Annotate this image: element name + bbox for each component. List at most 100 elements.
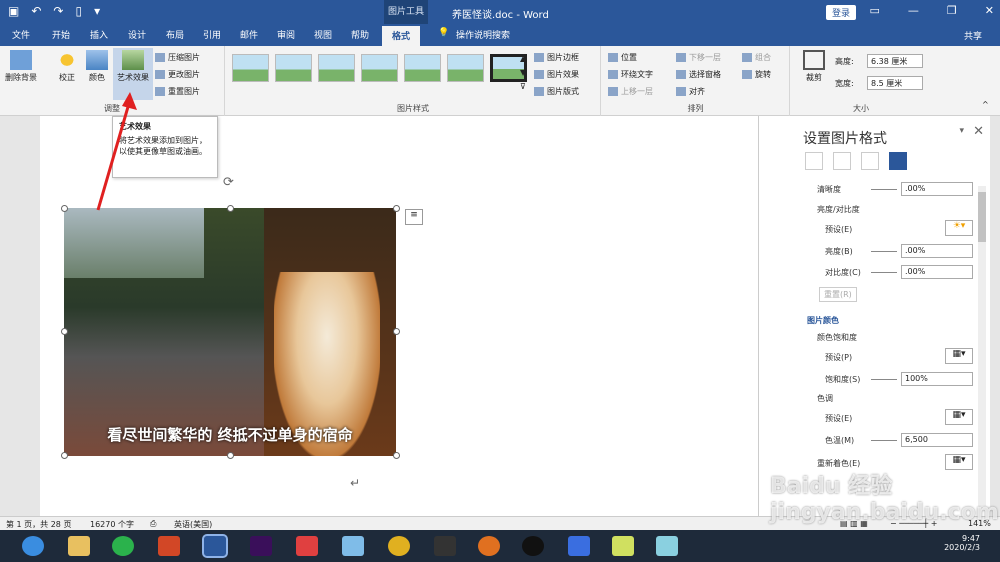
app-icon[interactable] — [656, 536, 678, 556]
new-doc-icon[interactable]: ▯ — [75, 4, 82, 18]
tab-layout[interactable]: 布局 — [166, 28, 184, 41]
file-explorer-icon[interactable] — [68, 536, 90, 556]
resize-handle[interactable] — [393, 205, 400, 212]
temperature-slider[interactable] — [871, 440, 897, 441]
change-picture-button[interactable]: 更改图片 — [155, 69, 200, 80]
resize-handle[interactable] — [393, 452, 400, 459]
tone-preset-dropdown[interactable]: ▦▾ — [945, 409, 973, 425]
height-field[interactable]: 6.38 厘米 — [867, 54, 923, 68]
resize-handle[interactable] — [393, 328, 400, 335]
saturation-preset-dropdown[interactable]: ▦▾ — [945, 348, 973, 364]
picture-color-section[interactable]: 图片颜色 — [807, 315, 839, 326]
tab-format[interactable]: 格式 — [382, 26, 421, 46]
wrap-text-button[interactable]: 环绕文字 — [608, 69, 653, 80]
app-icon[interactable] — [612, 536, 634, 556]
tab-design[interactable]: 设计 — [128, 28, 146, 41]
clock-date[interactable]: 2020/2/3 — [944, 543, 980, 552]
fill-line-icon[interactable] — [805, 152, 823, 170]
bc-preset-dropdown[interactable]: ☀▾ — [945, 220, 973, 236]
minimize-icon[interactable]: — — [908, 4, 919, 17]
clock-time[interactable]: 9:47 — [944, 534, 980, 543]
send-backward-button[interactable]: 下移一层 — [676, 52, 721, 63]
resize-handle[interactable] — [227, 452, 234, 459]
word-count[interactable]: 16270 个字 — [90, 519, 134, 530]
gallery-scroll-up-icon[interactable]: ▲ — [520, 54, 526, 63]
reset-picture-button[interactable]: 重置图片 — [155, 86, 200, 97]
style-thumbnail[interactable] — [404, 54, 441, 82]
resize-handle[interactable] — [61, 328, 68, 335]
restore-icon[interactable]: ❐ — [947, 4, 957, 17]
compress-pictures-button[interactable]: 压缩图片 — [155, 52, 200, 63]
align-button[interactable]: 对齐 — [676, 86, 705, 97]
tab-home[interactable]: 开始 — [52, 28, 70, 41]
reset-button[interactable]: 重置(R) — [819, 287, 857, 302]
app-icon[interactable] — [478, 536, 500, 556]
redo-icon[interactable]: ↷ — [53, 4, 63, 18]
login-button[interactable]: 登录 — [826, 5, 857, 20]
video-editor-icon[interactable] — [434, 536, 456, 556]
corrections-button[interactable]: 校正 — [50, 50, 84, 83]
group-button[interactable]: 组合 — [742, 52, 771, 63]
picture-border-button[interactable]: 图片边框 — [534, 52, 579, 63]
tab-view[interactable]: 视图 — [314, 28, 332, 41]
tab-help[interactable]: 帮助 — [351, 28, 369, 41]
selection-pane-button[interactable]: 选择窗格 — [676, 69, 721, 80]
undo-icon[interactable]: ↶ — [31, 4, 41, 18]
brightness-field[interactable]: .00% — [901, 244, 973, 258]
gallery-more-icon[interactable]: ⊽ — [520, 82, 526, 91]
color-button[interactable]: 颜色 — [80, 50, 114, 83]
rotate-button[interactable]: 旋转 — [742, 69, 771, 80]
remove-background-button[interactable]: 删除背景 — [4, 50, 38, 83]
crop-button[interactable]: 裁剪 — [797, 50, 831, 83]
style-thumbnail[interactable] — [275, 54, 312, 82]
brightness-slider[interactable] — [871, 251, 897, 252]
qq-icon[interactable] — [522, 536, 544, 556]
browser-icon[interactable] — [22, 536, 44, 556]
layout-options-icon[interactable]: ≡ — [405, 209, 423, 225]
saturation-field[interactable]: 100% — [901, 372, 973, 386]
resize-handle[interactable] — [227, 205, 234, 212]
resize-handle[interactable] — [61, 452, 68, 459]
premiere-icon[interactable] — [250, 536, 272, 556]
word-icon[interactable] — [202, 534, 228, 558]
effects-pentagon-icon[interactable] — [833, 152, 851, 170]
pane-scroll-thumb[interactable] — [978, 192, 986, 242]
picture-icon[interactable] — [889, 152, 907, 170]
powerpoint-icon[interactable] — [158, 536, 180, 556]
artistic-effects-button[interactable]: 艺术效果 — [113, 48, 153, 100]
save-icon[interactable]: ▣ — [8, 4, 19, 18]
sharpness-field[interactable]: .00% — [901, 182, 973, 196]
temperature-field[interactable]: 6,500 — [901, 433, 973, 447]
picture-layout-button[interactable]: 图片版式 — [534, 86, 579, 97]
language-status[interactable]: 英语(美国) — [174, 519, 212, 530]
tab-insert[interactable]: 插入 — [90, 28, 108, 41]
tab-review[interactable]: 审阅 — [277, 28, 295, 41]
saturation-slider[interactable] — [871, 379, 897, 380]
tab-file[interactable]: 文件 — [12, 28, 30, 41]
tab-mailings[interactable]: 邮件 — [240, 28, 258, 41]
picture-effects-button[interactable]: 图片效果 — [534, 69, 579, 80]
proofing-icon[interactable]: ⎙ — [150, 519, 156, 529]
pane-scrollbar[interactable] — [978, 186, 986, 506]
share-button[interactable]: 共享 — [964, 29, 982, 42]
tell-me-search[interactable]: 操作说明搜索 — [456, 28, 510, 41]
style-thumbnail[interactable] — [318, 54, 355, 82]
app-icon[interactable] — [296, 536, 318, 556]
style-thumbnail[interactable] — [232, 54, 269, 82]
chrome-icon[interactable] — [388, 536, 410, 556]
wechat-icon[interactable] — [112, 536, 134, 556]
pane-close-icon[interactable]: ✕ — [973, 124, 984, 139]
position-button[interactable]: 位置 — [608, 52, 637, 63]
rotate-handle-icon[interactable]: ⟳ — [223, 175, 234, 190]
customize-icon[interactable]: ▾ — [94, 4, 100, 18]
pane-options-icon[interactable]: ▾ — [959, 126, 964, 136]
style-thumbnail[interactable] — [447, 54, 484, 82]
app-icon[interactable] — [568, 536, 590, 556]
width-field[interactable]: 8.5 厘米 — [867, 76, 923, 90]
selected-picture[interactable]: 看尽世间繁华的 终抵不过单身的宿命 — [64, 208, 396, 456]
style-thumbnail[interactable] — [361, 54, 398, 82]
page-count[interactable]: 第 1 页，共 28 页 — [6, 519, 71, 530]
bring-forward-button[interactable]: 上移一层 — [608, 86, 653, 97]
tab-references[interactable]: 引用 — [203, 28, 221, 41]
gallery-scroll-down-icon[interactable]: ▼ — [520, 68, 526, 77]
